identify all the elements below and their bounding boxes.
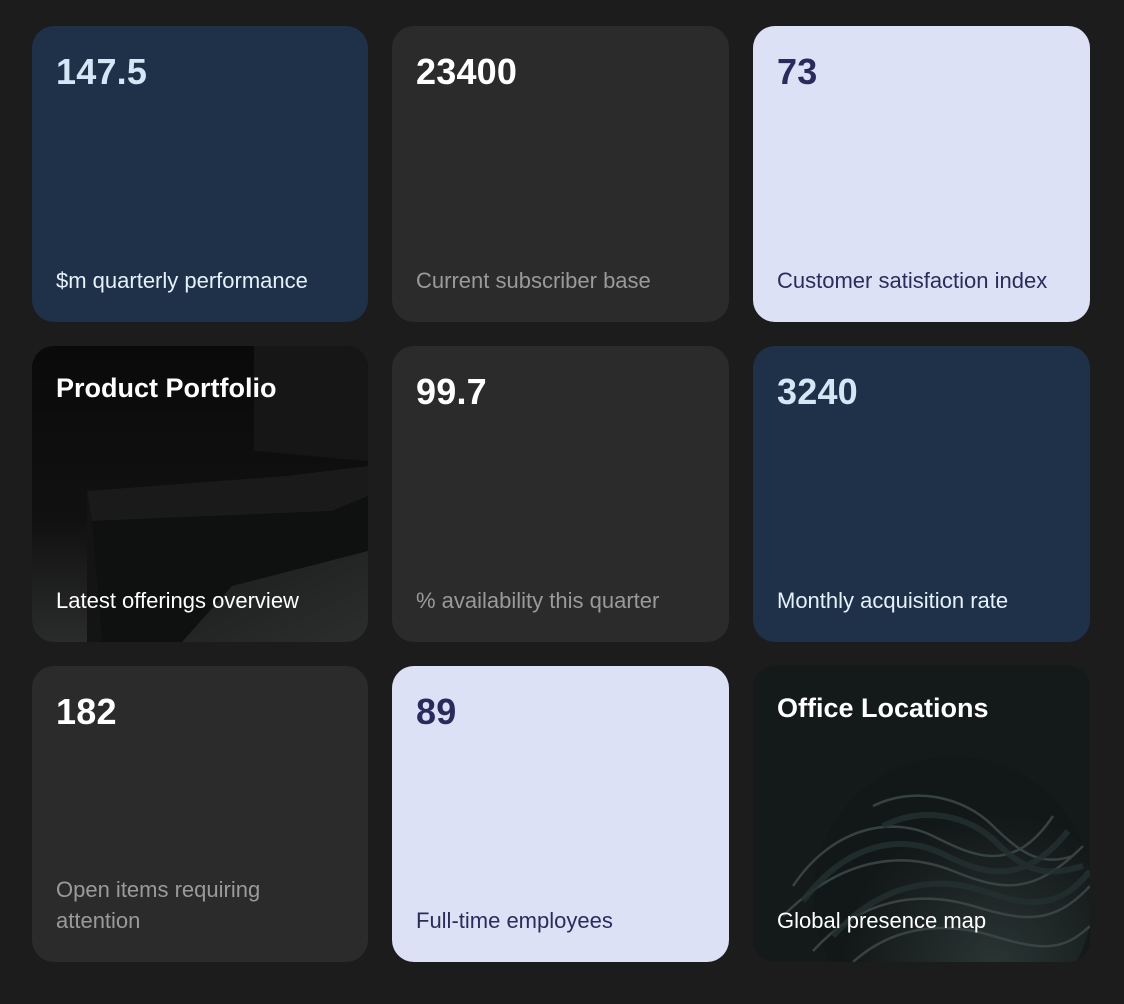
card-title: Product Portfolio: [56, 373, 277, 403]
product-portfolio-card[interactable]: Product Portfolio Latest offerings overv…: [32, 346, 368, 642]
metric-card-availability[interactable]: 99.7 % availability this quarter: [392, 346, 729, 642]
metric-card-quarterly-performance[interactable]: 147.5 $m quarterly performance: [32, 26, 368, 322]
metric-value: 3240: [777, 371, 858, 412]
metric-card-employees[interactable]: 89 Full-time employees: [392, 666, 729, 962]
card-title: Office Locations: [777, 693, 989, 723]
metric-value: 23400: [416, 51, 518, 92]
metric-card-subscriber-base[interactable]: 23400 Current subscriber base: [392, 26, 729, 322]
metric-card-satisfaction-index[interactable]: 73 Customer satisfaction index: [753, 26, 1090, 322]
card-label: Global presence map: [777, 907, 987, 933]
metric-label: Current subscriber base: [416, 267, 651, 293]
card-label: Latest offerings overview: [56, 587, 299, 613]
office-locations-card[interactable]: Office Locations Global presence map: [753, 666, 1090, 962]
metric-value: 89: [416, 691, 457, 732]
metric-value: 147.5: [56, 51, 148, 92]
metric-label: Customer satisfaction index: [777, 267, 1048, 293]
metric-card-acquisition-rate[interactable]: 3240 Monthly acquisition rate: [753, 346, 1090, 642]
metric-value: 182: [56, 691, 117, 732]
metric-label: Full-time employees: [416, 907, 613, 933]
metric-label: $m quarterly performance: [56, 267, 308, 293]
metric-value: 73: [777, 51, 818, 92]
metric-label: Open items requiring attention: [56, 876, 261, 933]
metric-value: 99.7: [416, 371, 487, 412]
metrics-grid: 147.5 $m quarterly performance 23400 Cur…: [32, 26, 1090, 962]
metric-label: Monthly acquisition rate: [777, 587, 1009, 613]
metric-label: % availability this quarter: [416, 587, 660, 613]
metric-card-open-items[interactable]: 182 Open items requiring attention: [32, 666, 368, 962]
